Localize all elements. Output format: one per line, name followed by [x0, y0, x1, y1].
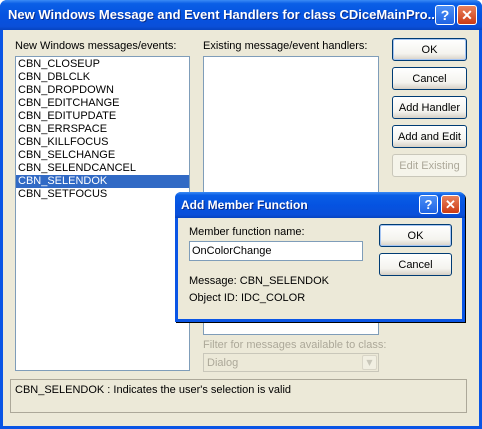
edit-existing-button[interactable]: Edit Existing [392, 154, 467, 177]
filter-combo[interactable]: Dialog ▼ [203, 353, 379, 372]
window-title: New Windows Message and Event Handlers f… [8, 7, 439, 22]
status-text: CBN_SELENDOK : Indicates the user's sele… [15, 384, 291, 396]
add-member-function-dialog: Add Member Function ? ✕ Member function … [175, 192, 465, 322]
existing-handlers-label: Existing message/event handlers: [203, 40, 368, 52]
list-item[interactable]: CBN_CLOSEUP [16, 58, 189, 71]
message-info: Message: CBN_SELENDOK [189, 275, 329, 287]
dialog-client-area: Member function name: OnColorChange OK C… [178, 218, 462, 319]
add-and-edit-button[interactable]: Add and Edit [392, 125, 467, 148]
dialog-ok-button[interactable]: OK [379, 224, 452, 247]
dialog-close-icon[interactable]: ✕ [441, 195, 460, 214]
filter-value: Dialog [207, 357, 239, 369]
add-handler-button[interactable]: Add Handler [392, 96, 467, 119]
function-name-label: Member function name: [189, 226, 305, 238]
function-name-input[interactable]: OnColorChange [189, 241, 363, 261]
dialog-title-bar[interactable]: Add Member Function ? ✕ [175, 192, 465, 218]
list-item[interactable]: CBN_SELCHANGE [16, 149, 189, 162]
object-id-info: Object ID: IDC_COLOR [189, 292, 306, 304]
help-icon[interactable]: ? [435, 5, 455, 25]
title-bar[interactable]: New Windows Message and Event Handlers f… [0, 0, 482, 30]
list-item[interactable]: CBN_SELENDOK [16, 175, 189, 188]
list-item[interactable]: CBN_DBLCLK [16, 71, 189, 84]
dialog-title: Add Member Function [181, 198, 308, 212]
list-item[interactable]: CBN_DROPDOWN [16, 84, 189, 97]
list-item[interactable]: CBN_KILLFOCUS [16, 136, 189, 149]
function-name-value: OnColorChange [192, 245, 272, 257]
dialog-help-icon[interactable]: ? [419, 195, 438, 214]
new-messages-label: New Windows messages/events: [15, 40, 177, 52]
list-item[interactable]: CBN_ERRSPACE [16, 123, 189, 136]
ok-button[interactable]: OK [392, 38, 467, 61]
list-item[interactable]: CBN_SETFOCUS [16, 188, 189, 201]
chevron-down-icon[interactable]: ▼ [362, 355, 377, 370]
close-icon[interactable]: ✕ [457, 5, 477, 25]
list-item[interactable]: CBN_EDITUPDATE [16, 110, 189, 123]
new-messages-list[interactable]: CBN_CLOSEUP CBN_DBLCLK CBN_DROPDOWN CBN_EDI… [15, 56, 190, 371]
list-item[interactable]: CBN_EDITCHANGE [16, 97, 189, 110]
cancel-button[interactable]: Cancel [392, 67, 467, 90]
filter-label: Filter for messages available to class: [203, 339, 387, 351]
dialog-cancel-button[interactable]: Cancel [379, 253, 452, 276]
list-item[interactable]: CBN_SELENDCANCEL [16, 162, 189, 175]
status-description: CBN_SELENDOK : Indicates the user's sele… [10, 379, 467, 413]
